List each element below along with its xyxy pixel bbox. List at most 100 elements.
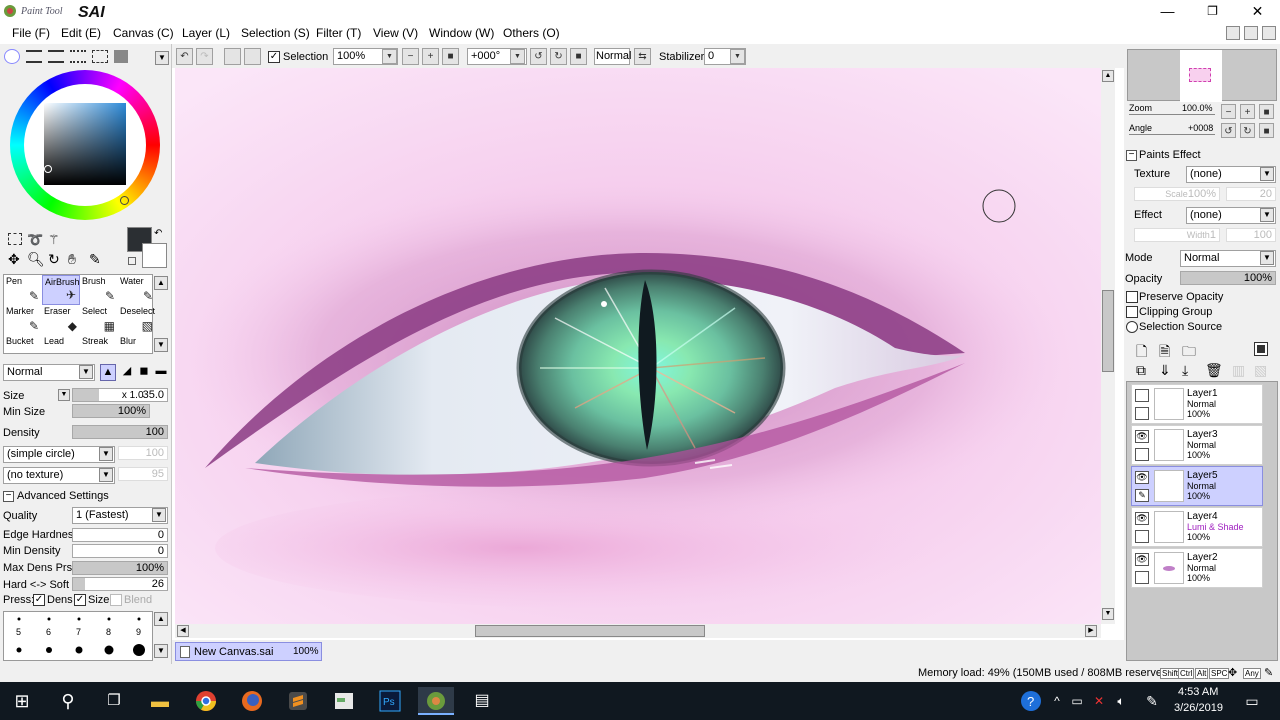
eye-icon[interactable]: 👁 [1135, 512, 1149, 525]
tool-bucket[interactable]: Bucket [4, 335, 42, 355]
network-icon[interactable]: ✕ [1090, 687, 1108, 715]
preset-scroll-down-icon[interactable]: ▼ [154, 644, 168, 658]
brush-shape-hard-icon[interactable]: ▲ [100, 364, 116, 381]
color-wheel-mode-icon[interactable] [4, 49, 20, 64]
horizontal-scroll-thumb[interactable] [475, 625, 705, 637]
app-window-icon[interactable] [328, 687, 360, 715]
preserve-opacity-checkbox[interactable] [1126, 291, 1138, 303]
invert-selection-icon[interactable] [244, 48, 261, 65]
chevron-down-icon[interactable]: ▼ [510, 49, 525, 64]
nav-zoom-in-icon[interactable]: + [1240, 104, 1255, 119]
media-player-icon[interactable]: ▤ [466, 687, 498, 715]
nav-rotate-right-icon[interactable]: ↻ [1240, 123, 1255, 138]
color-wheel[interactable] [10, 70, 160, 220]
move-icon[interactable]: ✥ [8, 251, 20, 268]
tool-water[interactable]: Water ✎ [118, 275, 156, 305]
painttool-sai-taskbar-icon[interactable] [418, 687, 454, 715]
transparent-color-icon[interactable] [128, 257, 136, 265]
scroll-down-icon[interactable]: ▼ [1102, 608, 1114, 620]
mdi-restore-button[interactable] [1244, 26, 1258, 40]
copy-layer-icon[interactable]: ⧉ [1136, 362, 1146, 379]
scratchpad-mode-icon[interactable] [92, 50, 108, 63]
tool-brush[interactable]: Brush ✎ [80, 275, 118, 305]
tool-lead[interactable]: Lead [42, 335, 80, 355]
blend-mode-select[interactable]: Normal [594, 48, 631, 65]
layer-lock-toggle[interactable] [1135, 448, 1149, 461]
tool-eraser[interactable]: Eraser ◆ [42, 305, 80, 335]
collapse-icon[interactable]: − [3, 491, 14, 502]
nav-angle-slider[interactable] [1129, 134, 1215, 135]
transfer-down-icon[interactable]: ⇓ [1159, 362, 1171, 379]
firefox-icon[interactable] [236, 687, 268, 715]
sublime-icon[interactable] [282, 687, 314, 715]
menu-edit[interactable]: Edit (E) [61, 26, 101, 40]
navigator-viewport[interactable] [1189, 68, 1211, 82]
task-view-icon[interactable]: ❐ [98, 687, 130, 715]
layer-lock-toggle[interactable] [1135, 571, 1149, 584]
selection-checkbox[interactable]: ✓ [268, 51, 280, 63]
density-slider[interactable]: 100 [72, 425, 168, 439]
tool-scroll-down-icon[interactable]: ▼ [154, 338, 168, 352]
redo-icon[interactable]: ↷ [196, 48, 213, 65]
tool-marker[interactable]: Marker ✎ [4, 305, 42, 335]
restore-button[interactable]: ❐ [1190, 0, 1235, 22]
nav-zoom-slider[interactable] [1129, 114, 1215, 115]
tool-select[interactable]: Select ▦ [80, 305, 118, 335]
lasso-icon[interactable]: ➰ [27, 232, 43, 247]
magic-wand-icon[interactable]: ⚚ [48, 232, 64, 247]
sv-picker-marker[interactable] [44, 165, 52, 173]
tool-pen[interactable]: Pen ✎ [4, 275, 42, 305]
chevron-up-icon[interactable]: ^ [1048, 687, 1066, 715]
min-size-slider[interactable]: 100% [72, 404, 150, 418]
menu-layer[interactable]: Layer (L) [182, 26, 230, 40]
swatch-mode-icon[interactable] [70, 50, 86, 63]
saturation-value-square[interactable] [44, 103, 126, 185]
photoshop-icon[interactable]: Ps [374, 687, 406, 715]
tool-deselect[interactable]: Deselect ▧ [118, 305, 156, 335]
menu-others[interactable]: Others (O) [503, 26, 560, 40]
menu-canvas[interactable]: Canvas (C) [113, 26, 174, 40]
clock-date[interactable]: 3/26/2019 [1174, 702, 1223, 714]
nav-zoom-out-icon[interactable]: − [1221, 104, 1236, 119]
paintbrush-icon[interactable]: ✎ [1135, 489, 1149, 502]
drawing-canvas[interactable] [175, 68, 1101, 624]
volume-icon[interactable]: 🔈︎ [1112, 687, 1130, 715]
hand-icon[interactable]: ✋︎ [68, 251, 76, 268]
rect-select-icon[interactable] [8, 233, 22, 245]
mdi-minimize-button[interactable] [1226, 26, 1240, 40]
chevron-down-icon[interactable]: ▼ [730, 49, 745, 64]
flip-horizontal-icon[interactable]: ⇆ [634, 48, 651, 65]
windows-start-icon[interactable]: ⊞ [6, 687, 38, 715]
collapse-icon[interactable]: − [1126, 150, 1137, 161]
chrome-icon[interactable] [190, 687, 222, 715]
zoom-out-icon[interactable]: − [402, 48, 419, 65]
menu-view[interactable]: View (V) [373, 26, 418, 40]
zoom-icon[interactable]: 🔍︎ [27, 251, 45, 268]
tool-blur[interactable]: Blur [118, 335, 156, 355]
zoom-in-icon[interactable]: + [422, 48, 439, 65]
brush-shape-soft-icon[interactable]: ◼ [136, 364, 152, 381]
brush-shape-medium-icon[interactable]: ◢ [119, 364, 135, 381]
layer-item-layer5[interactable]: 👁 ✎ Layer5 Normal 100% [1131, 466, 1263, 506]
mdi-close-button[interactable] [1262, 26, 1276, 40]
menu-selection[interactable]: Selection (S) [241, 26, 310, 40]
merge-down-icon[interactable]: ⤓ [1182, 362, 1188, 379]
pen-input-icon[interactable]: ✎ [1143, 687, 1161, 715]
battery-icon[interactable]: ▭ [1068, 687, 1086, 715]
layer-lock-toggle[interactable] [1135, 530, 1149, 543]
menu-file[interactable]: File (F) [12, 26, 50, 40]
rotate-right-icon[interactable]: ↻ [550, 48, 567, 65]
tool-scroll-up-icon[interactable]: ▲ [154, 276, 168, 290]
search-icon[interactable]: ⚲ [52, 687, 84, 715]
rotate-left-icon[interactable]: ↺ [530, 48, 547, 65]
vertical-scroll-thumb[interactable] [1102, 290, 1114, 372]
clipping-group-checkbox[interactable] [1126, 306, 1138, 318]
minimize-button[interactable]: — [1145, 0, 1190, 22]
horizontal-scrollbar[interactable]: ◀ ▶ [175, 624, 1101, 638]
help-icon[interactable]: ? [1018, 687, 1044, 715]
notification-icon[interactable]: ▭ [1240, 687, 1264, 715]
scroll-left-icon[interactable]: ◀ [177, 625, 189, 637]
document-tab[interactable]: New Canvas.sai 100% [175, 642, 322, 661]
brush-shape-flat-icon[interactable]: ▬ [153, 364, 169, 381]
eye-icon[interactable]: 👁 [1135, 553, 1149, 566]
